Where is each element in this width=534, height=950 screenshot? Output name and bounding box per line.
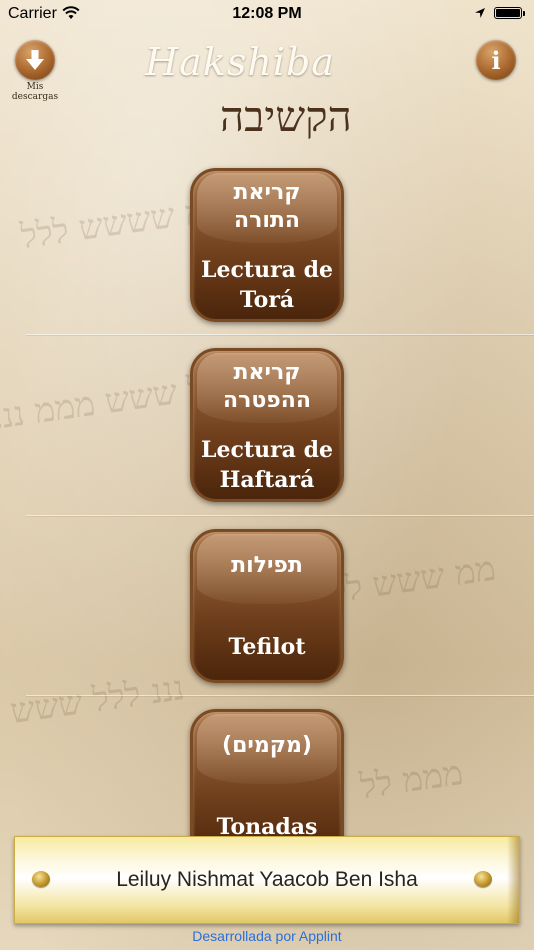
menu-hebrew-line: תפילות <box>231 553 303 578</box>
menu-label-line: Tefilot <box>228 634 306 660</box>
download-arrow-icon <box>26 50 44 70</box>
menu-hebrew-line: קריאת <box>233 360 301 385</box>
menu-hebrew-title: קריאת ההפטרה <box>193 359 341 415</box>
battery-icon <box>494 7 525 19</box>
menu-hebrew-line: התורה <box>233 208 301 233</box>
haftarah-reading-button[interactable]: קריאת ההפטרה Lectura de Haftará <box>190 348 344 502</box>
app-logo-latin: Hakshiba <box>145 40 335 84</box>
menu-hebrew-line: ההפטרה <box>223 388 311 413</box>
status-bar: Carrier 12:08 PM <box>0 0 534 28</box>
downloads-label[interactable]: Mis descargas <box>5 82 65 102</box>
developer-credit-link[interactable]: Desarrollada por Applint <box>0 928 534 944</box>
info-button[interactable]: i <box>476 40 516 80</box>
app-logo-hebrew: הקשיבה <box>220 92 352 141</box>
dedication-text: Leiluy Nishmat Yaacob Ben Isha <box>116 868 418 891</box>
downloads-label-line: descargas <box>11 92 59 102</box>
menu-hebrew-title: תפילות <box>193 552 341 580</box>
row-separator <box>26 695 534 696</box>
menu-label-line: Torá <box>239 287 295 313</box>
menu-label-line: Lectura de <box>201 257 333 283</box>
tefilot-button[interactable]: תפילות Tefilot <box>190 529 344 683</box>
gold-stud-icon <box>474 871 492 887</box>
menu-label: Lectura de Torá <box>193 255 341 315</box>
downloads-button[interactable] <box>15 40 55 80</box>
background-script: נננ ללל ששש <box>8 668 187 732</box>
background-script: ממ ששש לל <box>328 548 498 612</box>
downloads-label-line: Mis <box>26 82 44 92</box>
menu-label: Tefilot <box>193 632 341 662</box>
menu-label-line: Lectura de <box>201 437 333 463</box>
location-arrow-icon <box>475 8 485 18</box>
menu-label-line: Haftará <box>219 467 315 493</box>
menu-label: Lectura de Haftará <box>193 435 341 495</box>
clock: 12:08 PM <box>232 5 302 22</box>
menu-hebrew-line: קריאת <box>233 180 301 205</box>
menu-hebrew-line: (מקמים) <box>222 733 312 758</box>
torah-reading-button[interactable]: קריאת התורה Lectura de Torá <box>190 168 344 322</box>
dedication-banner: Leiluy Nishmat Yaacob Ben Isha <box>14 836 520 924</box>
row-separator <box>26 334 534 335</box>
info-icon: i <box>491 45 501 75</box>
menu-hebrew-title: (מקמים) <box>193 732 341 760</box>
menu-hebrew-title: קריאת התורה <box>193 179 341 235</box>
background-script: מממ לל <box>357 753 466 807</box>
row-separator <box>26 515 534 516</box>
